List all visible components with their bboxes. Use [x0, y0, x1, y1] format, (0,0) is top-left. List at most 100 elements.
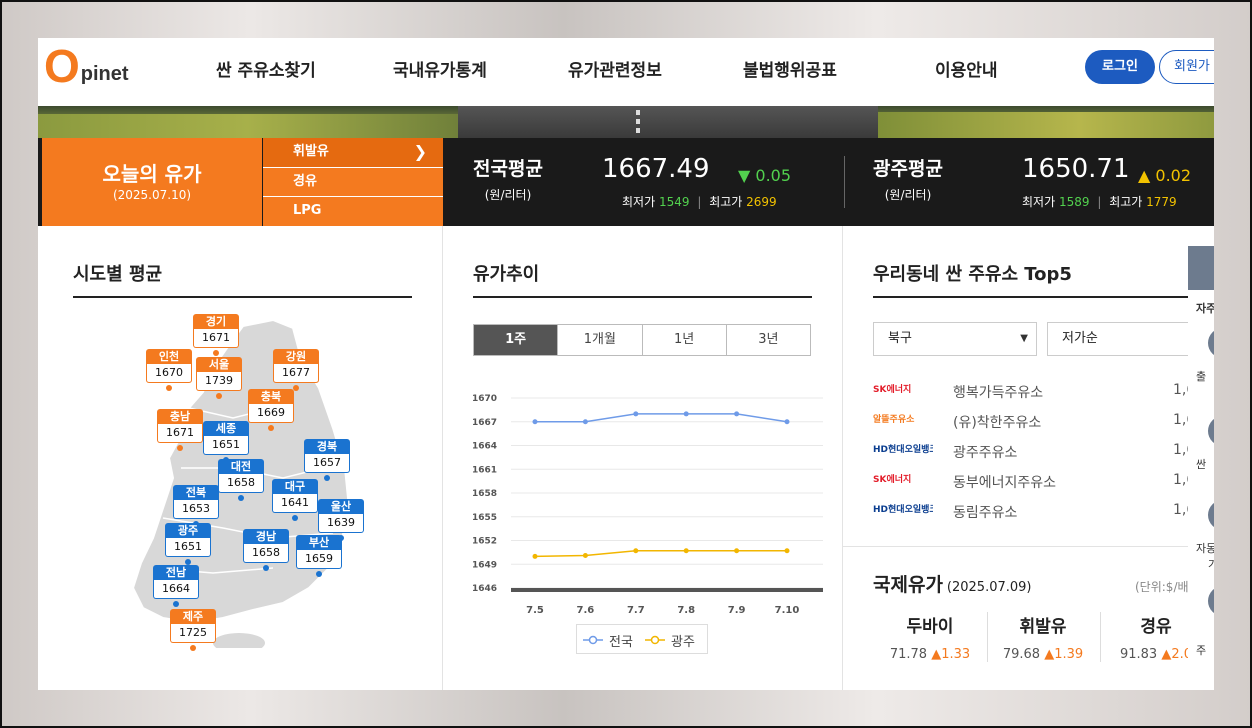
sort-value: 저가순 — [1062, 331, 1098, 346]
quick-menu-icon[interactable] — [1208, 586, 1214, 616]
region-badge[interactable]: 강원 1677 — [273, 349, 319, 391]
up-arrow-icon: ▲ — [1044, 647, 1055, 662]
region-badge[interactable]: 울산 1639 — [318, 499, 364, 541]
fuel-tabs: 휘발유 ❯ 경유 LPG — [263, 138, 443, 226]
logo[interactable]: O pinet — [44, 43, 129, 89]
tab-1month[interactable]: 1개월 — [557, 325, 641, 355]
gwangju-max-label: 최고가 — [1109, 195, 1143, 209]
brand-logo-icon: SK에너지 — [873, 385, 912, 395]
region-badge[interactable]: 대전 1658 — [218, 459, 264, 501]
quick-menu-label[interactable]: 출 — [1196, 368, 1206, 384]
region-dot — [268, 425, 274, 431]
brand-logo-icon: HD현대오일뱅크 — [873, 505, 933, 515]
gwangju-price: 1650.71 — [1022, 154, 1130, 184]
intl-gasoline-value: 79.68 — [1002, 647, 1041, 662]
region-badge[interactable]: 충남 1671 — [157, 409, 203, 451]
national-label: 전국평균 — [473, 158, 543, 180]
intl-title: 국제유가 (2025.07.09) — [873, 570, 1032, 597]
station-row[interactable]: SK에너지 동부에너지주유소 1,6 — [873, 468, 1213, 496]
station-row[interactable]: HD현대오일뱅크 동림주유소 1,6 — [873, 498, 1213, 526]
caret-down-icon: ▼ — [1020, 333, 1028, 344]
region-badge[interactable]: 전남 1664 — [153, 565, 199, 607]
hero-road-image — [38, 106, 1214, 138]
region-badge[interactable]: 경남 1658 — [243, 529, 289, 571]
national-change: ▼ 0.05 — [738, 166, 791, 185]
intl-dubai-name: 두바이 — [906, 617, 954, 637]
join-button[interactable]: 회원가 — [1159, 50, 1214, 84]
data-point — [784, 548, 790, 554]
nav-price-info[interactable]: 유가관련정보 — [568, 56, 662, 81]
gwangju-unit: (원/리터) — [884, 188, 932, 202]
gwangju-average: 광주평균 (원/리터) 1650.71 ▲ 0.02 최저가 1589 | 최고… — [858, 138, 1214, 226]
y-tick-label: 1652 — [472, 537, 497, 547]
district-value: 북구 — [888, 331, 912, 346]
region-dot — [190, 645, 196, 651]
region-badge[interactable]: 광주 1651 — [165, 523, 211, 565]
national-max-label: 최고가 — [709, 195, 743, 209]
data-point — [582, 553, 588, 559]
region-badge[interactable]: 제주 1725 — [170, 609, 216, 651]
region-badge[interactable]: 충북 1669 — [248, 389, 294, 431]
region-dot — [166, 385, 172, 391]
quick-menu-label[interactable]: 주 — [1196, 642, 1206, 658]
quick-menu-icon[interactable] — [1208, 500, 1214, 530]
region-badge[interactable]: 서울 1739 — [196, 357, 242, 399]
tab-3year[interactable]: 3년 — [725, 325, 810, 355]
region-badge[interactable]: 세종 1651 — [203, 421, 249, 463]
region-dot — [263, 565, 269, 571]
column-divider — [442, 226, 443, 690]
national-min-label: 최저가 — [622, 195, 656, 209]
regional-underline — [73, 296, 412, 298]
data-point — [734, 548, 740, 554]
tab-diesel[interactable]: 경유 — [263, 167, 443, 196]
data-point — [633, 411, 639, 417]
nav-violation-notice[interactable]: 불법행위공표 — [743, 56, 837, 81]
data-point — [532, 419, 538, 425]
quick-menu-header — [1188, 246, 1214, 290]
station-row[interactable]: SK에너지 행복가득주유소 1,6 — [873, 378, 1213, 406]
nav-cheap-station[interactable]: 싼 주유소찾기 — [216, 56, 316, 81]
region-badge[interactable]: 부산 1659 — [296, 535, 342, 577]
region-name: 경남 — [243, 529, 289, 544]
x-tick-label: 7.6 — [577, 605, 595, 616]
y-tick-label: 1670 — [472, 394, 497, 404]
region-badge[interactable]: 대구 1641 — [272, 479, 318, 521]
tab-gasoline[interactable]: 휘발유 ❯ — [263, 138, 443, 167]
region-value: 1739 — [196, 372, 242, 391]
district-select[interactable]: 북구 ▼ — [873, 322, 1037, 356]
today-title: 오늘의 유가 — [102, 162, 202, 186]
tab-lpg[interactable]: LPG — [263, 196, 443, 226]
quick-menu: 자주 출 싼 자동 가 주 — [1188, 246, 1214, 690]
national-change-value: 0.05 — [755, 166, 792, 185]
region-badge[interactable]: 경기 1671 — [193, 314, 239, 356]
region-value: 1657 — [304, 454, 350, 473]
region-badge[interactable]: 전북 1653 — [173, 485, 219, 527]
up-arrow-icon: ▲ — [931, 647, 942, 662]
region-badge[interactable]: 인천 1670 — [146, 349, 192, 391]
region-badge[interactable]: 경북 1657 — [304, 439, 350, 481]
gwangju-max: 1779 — [1146, 195, 1177, 209]
nav-domestic-stats[interactable]: 국내유가통계 — [393, 56, 487, 81]
quick-menu-label[interactable]: 자동 — [1196, 540, 1214, 556]
data-point — [784, 419, 790, 425]
period-tabs: 1주 1개월 1년 3년 — [473, 324, 811, 356]
station-name: 광주주유소 — [953, 445, 1018, 461]
quick-menu-icon[interactable] — [1208, 328, 1214, 358]
sort-select[interactable]: 저가순 — [1047, 322, 1197, 356]
opinet-page: O pinet 싼 주유소찾기 국내유가통계 유가관련정보 불법행위공표 이용안… — [38, 38, 1214, 690]
quick-menu-label[interactable]: 가 — [1208, 556, 1214, 572]
tab-1week[interactable]: 1주 — [474, 325, 558, 355]
series-line — [535, 413, 788, 423]
quick-menu-icon[interactable] — [1208, 416, 1214, 446]
tab-1year[interactable]: 1년 — [641, 325, 726, 355]
login-button[interactable]: 로그인 — [1085, 50, 1155, 84]
station-row[interactable]: HD현대오일뱅크 광주주유소 1,6 — [873, 438, 1213, 466]
region-dot — [173, 601, 179, 607]
trend-underline — [473, 296, 812, 298]
quick-menu-label[interactable]: 싼 — [1196, 456, 1206, 472]
brand-logo-icon: HD현대오일뱅크 — [873, 445, 933, 455]
gwangju-change: ▲ 0.02 — [1138, 166, 1191, 185]
nav-guide[interactable]: 이용안내 — [935, 56, 998, 81]
station-row[interactable]: 알뜰주유소 (유)착한주유소 1,6 — [873, 408, 1213, 436]
x-tick-label: 7.10 — [775, 605, 800, 616]
